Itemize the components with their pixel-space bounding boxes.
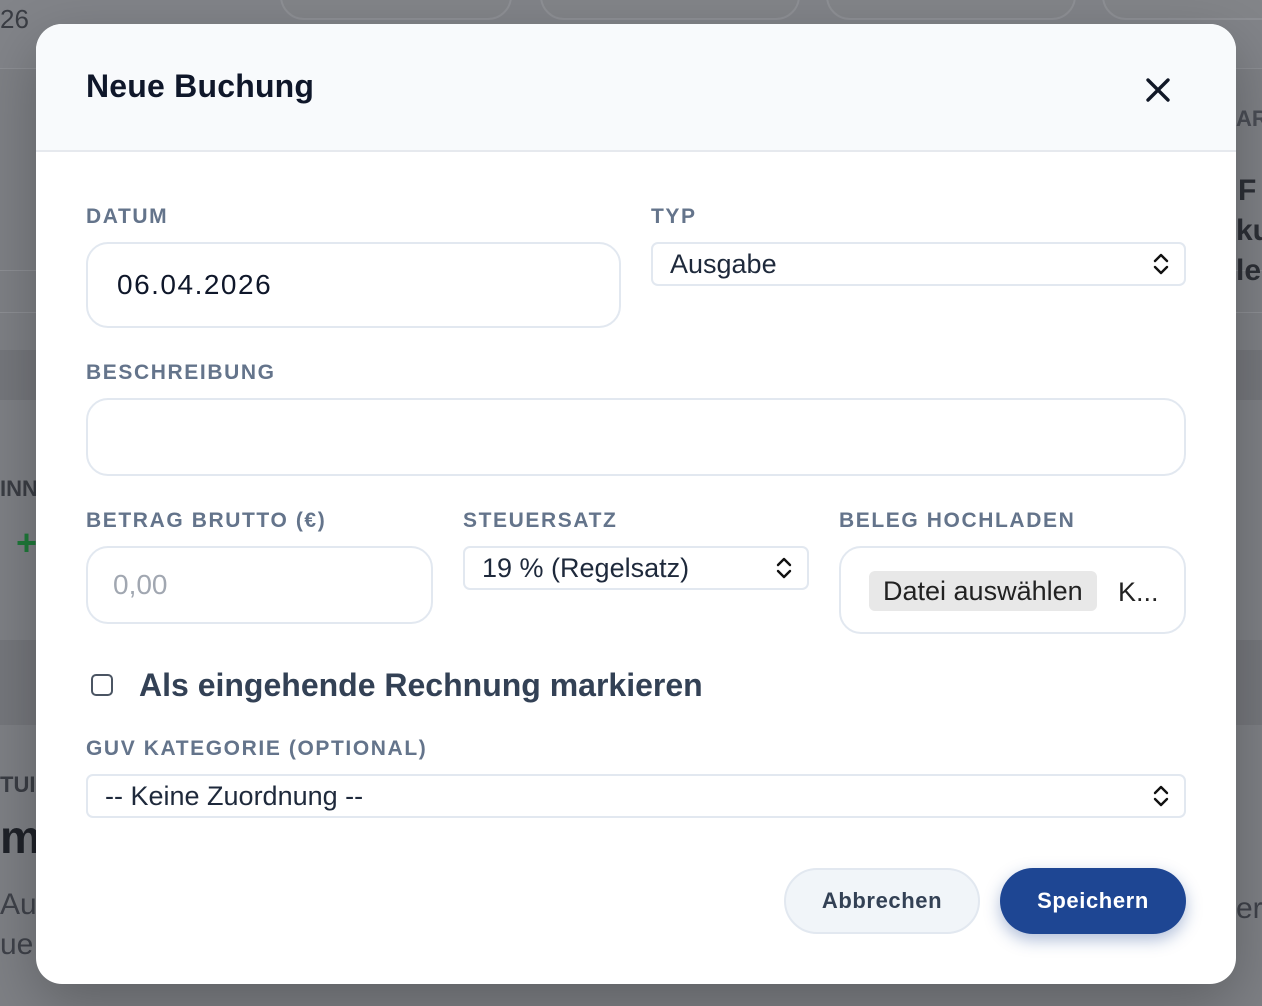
choose-file-button[interactable]: Datei auswählen (869, 571, 1097, 611)
cancel-button[interactable]: Abbrechen (784, 868, 980, 934)
beleg-label: BELEG HOCHLADEN (839, 509, 1076, 532)
chevron-up-down-icon (1153, 253, 1169, 275)
background-pill (1102, 0, 1262, 20)
eingehende-rechnung-checkbox[interactable] (91, 674, 113, 696)
guv-kategorie-select[interactable]: -- Keine Zuordnung -- (86, 774, 1186, 818)
background-fragment: + (16, 522, 38, 563)
chevron-up-down-icon (776, 557, 792, 579)
typ-selected-value: Ausgabe (670, 248, 777, 279)
save-button[interactable]: Speichern (1000, 868, 1186, 934)
guv-kategorie-label: GUV KATEGORIE (OPTIONAL) (86, 737, 428, 760)
typ-label: TYP (651, 205, 697, 228)
steuersatz-selected-value: 19 % (Regelsatz) (482, 552, 690, 583)
background-fragment: m (0, 811, 41, 863)
background-pill (540, 0, 800, 20)
betrag-input[interactable]: 0,00 (86, 546, 433, 624)
new-booking-dialog: Neue Buchung DATUM 06.04.2026 TYP Ausgab… (36, 24, 1236, 984)
beleg-file-input[interactable]: Datei auswählen K... (839, 546, 1186, 634)
beschreibung-label: BESCHREIBUNG (86, 361, 276, 384)
background-fragment: F (1238, 174, 1257, 207)
background-fragment: INN (0, 476, 38, 501)
dialog-header: Neue Buchung (36, 24, 1236, 152)
steuersatz-select[interactable]: 19 % (Regelsatz) (463, 546, 809, 590)
background-fragment: TUI (0, 772, 36, 797)
guv-kategorie-selected-value: -- Keine Zuordnung -- (105, 780, 364, 811)
datum-input[interactable]: 06.04.2026 (86, 242, 621, 328)
background-fragment: ku (1236, 214, 1262, 247)
background-fragment: Au (0, 888, 37, 921)
close-icon (1146, 78, 1170, 102)
datum-value: 06.04.2026 (117, 269, 273, 300)
beschreibung-input[interactable] (86, 398, 1186, 476)
chevron-up-down-icon (1153, 785, 1169, 807)
typ-select[interactable]: Ausgabe (651, 242, 1186, 286)
background-fragment: er (1236, 892, 1262, 925)
background-fragment: le (1236, 254, 1262, 287)
background-date-fragment: 26 (0, 4, 29, 34)
eingehende-rechnung-label[interactable]: Als eingehende Rechnung markieren (139, 667, 703, 704)
background-pill (826, 0, 1076, 20)
background-pill (280, 0, 512, 20)
betrag-placeholder: 0,00 (113, 569, 168, 600)
close-button[interactable] (1138, 70, 1178, 110)
datum-label: DATUM (86, 205, 169, 228)
dialog-title: Neue Buchung (86, 68, 315, 104)
background-fragment: ue (0, 928, 34, 961)
steuersatz-label: STEUERSATZ (463, 509, 618, 532)
background-fragment: ARG (1236, 106, 1262, 131)
file-status-text: K... (1118, 577, 1159, 607)
betrag-label: BETRAG BRUTTO (€) (86, 509, 327, 532)
